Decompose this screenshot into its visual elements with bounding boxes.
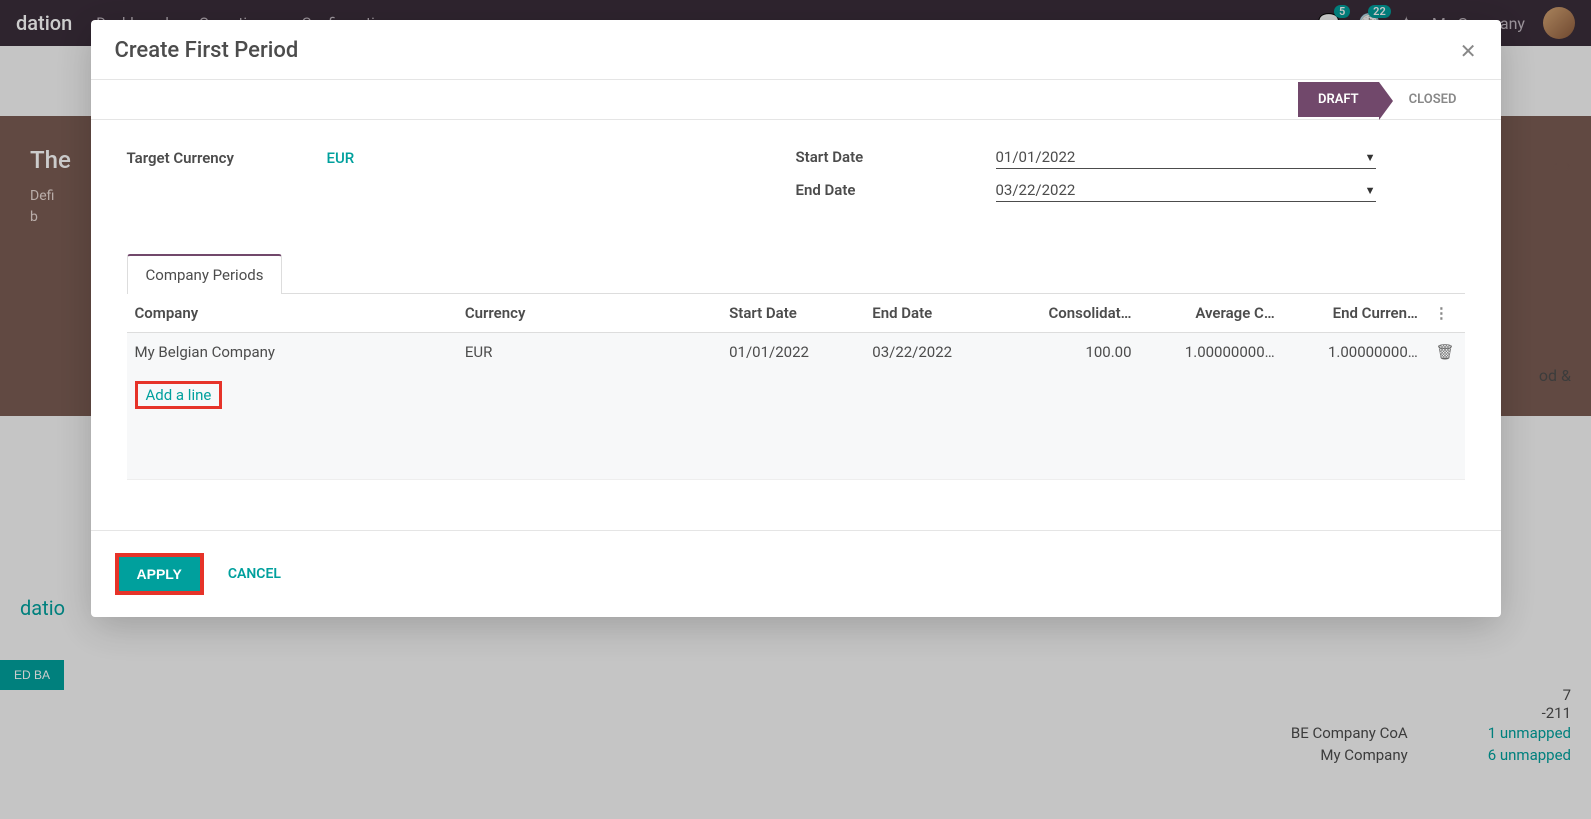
target-currency-value[interactable]: EUR [327,149,355,167]
status-closed[interactable]: CLOSED [1379,82,1477,117]
add-line-link[interactable]: Add a line [146,386,212,404]
trash-icon[interactable]: 🗑 [1436,343,1455,361]
cell-consol: 100.00 [1007,333,1139,372]
cell-currency: EUR [457,333,721,372]
modal-footer: APPLY CANCEL [91,530,1501,617]
modal-header: Create First Period ✕ [91,20,1501,80]
start-date-label: Start Date [796,148,996,166]
status-bar: DRAFT CLOSED [91,80,1501,120]
close-icon[interactable]: ✕ [1460,39,1477,63]
start-date-input[interactable]: 01/01/2022 ▼ [996,148,1376,169]
caret-down-icon: ▼ [1365,151,1376,164]
end-date-label: End Date [796,181,996,199]
cell-start: 01/01/2022 [721,333,864,372]
company-periods-table: Company Currency Start Date End Date Con… [127,294,1465,480]
modal-title: Create First Period [115,38,299,63]
col-company: Company [127,294,457,333]
add-line-highlight: Add a line [135,381,223,409]
cell-avg: 1.00000000… [1140,333,1283,372]
cell-endcur: 1.00000000… [1283,333,1426,372]
caret-down-icon: ▼ [1365,184,1376,197]
status-draft[interactable]: DRAFT [1298,82,1379,117]
col-consolidation: Consolidat… [1007,294,1139,333]
table-row[interactable]: My Belgian Company EUR 01/01/2022 03/22/… [127,333,1465,372]
cancel-button[interactable]: CANCEL [228,566,281,582]
target-currency-label: Target Currency [127,149,327,167]
apply-highlight: APPLY [115,553,204,595]
col-start-date: Start Date [721,294,864,333]
cell-company: My Belgian Company [127,333,457,372]
apply-button[interactable]: APPLY [119,557,200,591]
col-menu-icon[interactable]: ⋮ [1426,294,1465,333]
tab-company-periods[interactable]: Company Periods [127,254,283,294]
end-date-input[interactable]: 03/22/2022 ▼ [996,181,1376,202]
col-currency: Currency [457,294,721,333]
modal-overlay: Create First Period ✕ DRAFT CLOSED Targe… [0,0,1591,819]
cell-end: 03/22/2022 [864,333,1007,372]
col-end-rate: End Curren… [1283,294,1426,333]
col-end-date: End Date [864,294,1007,333]
col-average-rate: Average C… [1140,294,1283,333]
create-period-modal: Create First Period ✕ DRAFT CLOSED Targe… [91,20,1501,617]
